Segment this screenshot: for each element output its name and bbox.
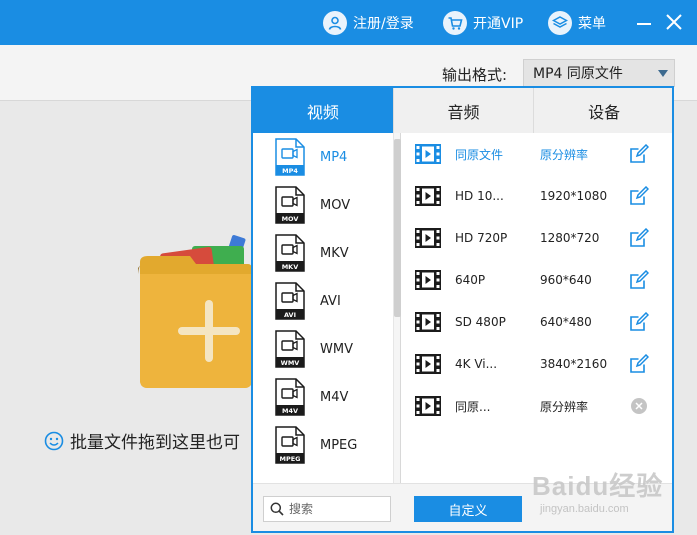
film-icon — [415, 144, 441, 164]
file-badge: MPEG — [279, 455, 300, 463]
output-format-select[interactable]: MP4 同原文件 — [523, 59, 675, 87]
drop-hint-text: 批量文件拖到这里也可 — [70, 433, 240, 453]
edit-icon[interactable] — [629, 354, 649, 374]
format-item-mov[interactable]: MOV MOV — [253, 181, 393, 229]
resolution-value: 1920*1080 — [540, 189, 608, 203]
title-bar: 注册/登录 开通VIP 菜单 — [0, 0, 697, 45]
resolution-name: HD 720P — [455, 231, 508, 245]
file-badge: MKV — [282, 263, 299, 271]
format-item-avi[interactable]: AVI AVI — [253, 277, 393, 325]
format-label: M4V — [320, 389, 349, 405]
format-label: MP4 — [320, 149, 348, 165]
search-input[interactable] — [289, 502, 385, 516]
search-box[interactable] — [263, 496, 391, 522]
smile-icon — [44, 431, 64, 450]
close-icon — [666, 14, 682, 30]
film-icon — [415, 228, 441, 248]
vip-label: 开通VIP — [473, 16, 524, 32]
output-format-label: 输出格式: — [442, 66, 508, 84]
resolution-row[interactable]: 同原文件 原分辨率 — [403, 133, 672, 175]
output-format-value: MP4 同原文件 — [533, 66, 623, 82]
resolution-row[interactable]: HD 720P 1280*720 — [403, 217, 672, 259]
watermark-sub: jingyan.baidu.com — [540, 503, 629, 515]
delete-icon[interactable] — [631, 398, 647, 414]
film-icon — [415, 270, 441, 290]
format-label: MOV — [320, 197, 351, 213]
watermark-main: Baidu经验 — [532, 471, 664, 501]
chevron-down-icon — [658, 70, 668, 77]
format-list-scrollbar[interactable] — [394, 133, 401, 483]
video-file-icon: WMV — [275, 330, 305, 368]
file-badge: M4V — [282, 407, 298, 415]
format-item-m4v[interactable]: M4V M4V — [253, 373, 393, 421]
film-icon — [415, 396, 441, 416]
format-list: MP4 MP4 MOV MOV MKV MKV AVI AVI WMV WMV M4V M4V MPEG… — [253, 133, 394, 483]
resolution-name: 640P — [455, 273, 486, 287]
file-badge: MP4 — [282, 167, 298, 175]
video-file-icon: AVI — [275, 282, 305, 320]
video-file-icon: MPEG — [275, 426, 305, 464]
resolution-row[interactable]: 640P 960*640 — [403, 259, 672, 301]
resolution-name: 同原... — [455, 399, 491, 414]
film-icon — [415, 354, 441, 374]
format-item-wmv[interactable]: WMV WMV — [253, 325, 393, 373]
resolution-name: 同原文件 — [455, 147, 504, 162]
folder-add-icon[interactable] — [130, 232, 255, 392]
vip-button[interactable]: 开通VIP — [443, 10, 523, 36]
tab-video[interactable]: 视频 — [253, 88, 394, 133]
film-icon — [415, 312, 441, 332]
file-badge: MOV — [282, 215, 299, 223]
format-label: WMV — [320, 341, 353, 357]
resolution-name: SD 480P — [455, 315, 506, 329]
resolution-list: 同原文件 原分辨率 HD 10... 1920*1080 HD 720P 1280*720… — [403, 133, 672, 483]
tab-device[interactable]: 设备 — [534, 88, 672, 133]
tab-audio[interactable]: 音频 — [394, 88, 535, 133]
edit-icon[interactable] — [629, 144, 649, 164]
resolution-name: HD 10... — [455, 189, 504, 203]
resolution-value: 960*640 — [540, 273, 592, 287]
resolution-value: 3840*2160 — [540, 357, 608, 371]
search-icon — [270, 502, 284, 516]
resolution-row[interactable]: 4K Vi... 3840*2160 — [403, 343, 672, 385]
video-file-icon: MP4 — [275, 138, 305, 176]
video-file-icon: MKV — [275, 234, 305, 272]
format-item-mpeg[interactable]: MPEG MPEG — [253, 421, 393, 469]
register-login-label: 注册/登录 — [353, 16, 414, 32]
file-badge: WMV — [281, 359, 300, 367]
resolution-value: 原分辨率 — [540, 147, 589, 162]
cart-icon — [443, 11, 467, 35]
resolution-value: 640*480 — [540, 315, 592, 329]
file-badge: AVI — [284, 311, 296, 319]
video-file-icon: MOV — [275, 186, 305, 224]
video-file-icon: M4V — [275, 378, 305, 416]
resolution-row[interactable]: HD 10... 1920*1080 — [403, 175, 672, 217]
format-item-mp4[interactable]: MP4 MP4 — [253, 133, 393, 181]
resolution-row[interactable]: 同原... 原分辨率 — [403, 385, 672, 427]
format-tabs: 视频 音频 设备 — [253, 88, 672, 133]
user-icon — [323, 11, 347, 35]
film-icon — [415, 186, 441, 206]
drop-hint: 批量文件拖到这里也可 — [44, 428, 240, 453]
minimize-button[interactable] — [637, 23, 651, 25]
resolution-name: 4K Vi... — [455, 357, 498, 371]
resolution-value: 1280*720 — [540, 231, 600, 245]
baidu-watermark: Baidu经验 jingyan.baidu.com — [532, 466, 663, 515]
edit-icon[interactable] — [629, 228, 649, 248]
close-button[interactable] — [665, 13, 683, 31]
custom-button[interactable]: 自定义 — [414, 496, 522, 522]
menu-button[interactable]: 菜单 — [548, 10, 606, 36]
resolution-row[interactable]: SD 480P 640*480 — [403, 301, 672, 343]
menu-label: 菜单 — [578, 16, 606, 32]
edit-icon[interactable] — [629, 270, 649, 290]
format-label: MPEG — [320, 437, 358, 453]
edit-icon[interactable] — [629, 312, 649, 332]
edit-icon[interactable] — [629, 186, 649, 206]
resolution-value: 原分辨率 — [540, 399, 589, 414]
layers-icon — [548, 11, 572, 35]
format-label: MKV — [320, 245, 349, 261]
scrollbar-thumb[interactable] — [394, 139, 401, 317]
format-label: AVI — [320, 293, 341, 309]
register-login-button[interactable]: 注册/登录 — [323, 10, 414, 36]
format-item-mkv[interactable]: MKV MKV — [253, 229, 393, 277]
